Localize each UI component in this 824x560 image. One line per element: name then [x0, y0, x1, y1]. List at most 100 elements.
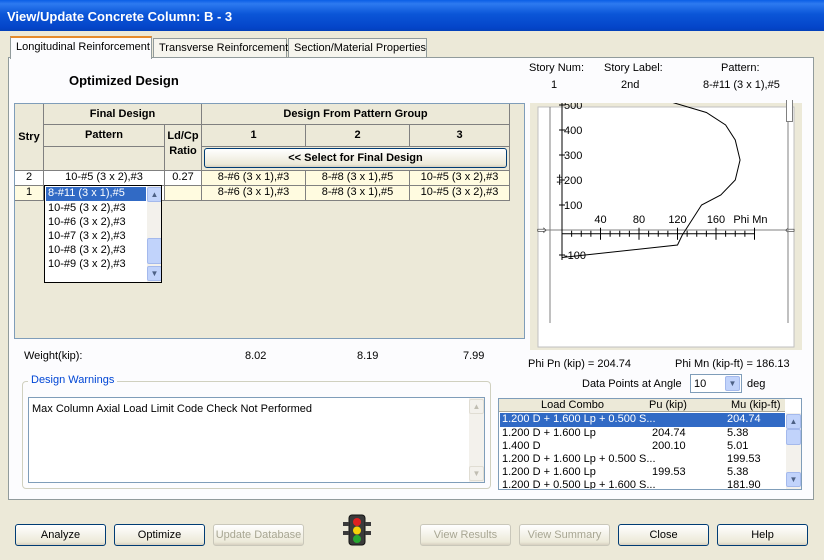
- interaction-diagram-chart: ⇨⇦4080120160500400300200100-100Phi PnPhi…: [530, 103, 802, 350]
- table-row-group-2[interactable]: 8-#8 (3 x 1),#5: [306, 186, 410, 201]
- view-results-button[interactable]: View Results: [420, 524, 511, 546]
- row-mu: 199.53: [727, 453, 761, 465]
- data-points-value: 10: [694, 378, 707, 390]
- dropdown-item[interactable]: 10-#9 (3 x 2),#3: [48, 257, 126, 271]
- data-points-label: Data Points at Angle: [582, 378, 682, 390]
- dropdown-item[interactable]: 10-#6 (3 x 2),#3: [48, 215, 126, 229]
- pattern-label: Pattern:: [721, 62, 760, 74]
- table-row[interactable]: 1.200 D + 1.600 Lp + 0.500 S... 199.53: [500, 453, 785, 467]
- row-pu: 200.10: [652, 440, 686, 452]
- col-header-group-3: 3: [410, 125, 510, 147]
- col-header-pattern-group: Design From Pattern Group: [202, 104, 510, 125]
- scroll-thumb[interactable]: [147, 238, 161, 264]
- row-combo: 1.200 D + 1.600 Lp: [502, 427, 596, 439]
- phi-pn-readout: Phi Pn (kip) = 204.74: [528, 358, 632, 370]
- y-tick-label: 500: [564, 103, 582, 112]
- table-row-pattern[interactable]: 10-#5 (3 x 2),#3: [44, 171, 165, 186]
- optimize-button[interactable]: Optimize: [114, 524, 205, 546]
- y-tick-label: 400: [564, 125, 582, 137]
- scroll-down-icon[interactable]: ▼: [786, 472, 801, 487]
- scroll-up-icon[interactable]: ▲: [469, 399, 484, 414]
- dropdown-item[interactable]: 10-#8 (3 x 2),#3: [48, 243, 126, 257]
- table-row-ratio: [165, 186, 202, 201]
- data-points-select[interactable]: 10 ▼: [690, 374, 742, 393]
- update-database-button[interactable]: Update Database: [213, 524, 304, 546]
- col-header-pattern-blank: [44, 147, 165, 171]
- warning-text: Max Column Axial Load Limit Code Check N…: [32, 403, 313, 415]
- row-mu: 5.38: [727, 427, 749, 439]
- x-axis-label: Phi Mn: [733, 214, 767, 226]
- analyze-button[interactable]: Analyze: [15, 524, 106, 546]
- header-load-combo: Load Combo: [541, 399, 604, 411]
- pattern-dropdown-list[interactable]: 8-#11 (3 x 1),#5 10-#5 (3 x 2),#3 10-#6 …: [44, 185, 162, 283]
- close-button[interactable]: Close: [618, 524, 709, 546]
- load-combo-table[interactable]: Load Combo Pu (kip) Mu (kip-ft) 1.200 D …: [498, 398, 802, 490]
- x-tick-label: 160: [707, 214, 725, 226]
- dropdown-item[interactable]: 10-#5 (3 x 2),#3: [48, 201, 126, 215]
- col-header-pattern: Pattern: [44, 125, 165, 147]
- scroll-thumb[interactable]: [786, 429, 801, 445]
- chevron-down-icon[interactable]: ▼: [725, 376, 740, 391]
- story-label-label: Story Label:: [604, 62, 663, 74]
- view-summary-button[interactable]: View Summary: [519, 524, 610, 546]
- table-row[interactable]: 1.200 D + 0.500 Lp + 1.600 S... 181.90: [500, 479, 785, 490]
- weight-value-3: 7.99: [463, 350, 485, 362]
- weight-value-2: 8.19: [357, 350, 379, 362]
- row-pu: 204.74: [652, 427, 686, 439]
- pattern-value: 8-#11 (3 x 1),#5: [703, 79, 780, 91]
- table-row-selected[interactable]: 1.200 D + 1.600 Lp + 0.500 S... 204.74: [500, 413, 785, 427]
- dropdown-scrollbar[interactable]: ▲ ▼: [147, 186, 161, 282]
- phi-mn-readout: Phi Mn (kip-ft) = 186.13: [675, 358, 790, 370]
- table-row[interactable]: 1.400 D 200.10 5.01: [500, 440, 785, 454]
- dropdown-item-selected[interactable]: 8-#11 (3 x 1),#5: [46, 187, 146, 201]
- y-tick-label: 100: [564, 200, 582, 212]
- col-header-group-2: 2: [306, 125, 410, 147]
- table-row[interactable]: 1.200 D + 1.600 Lp 204.74 5.38: [500, 427, 785, 441]
- scroll-up-icon[interactable]: ▲: [786, 414, 801, 429]
- dropdown-item[interactable]: 10-#7 (3 x 2),#3: [48, 229, 126, 243]
- y-tick-label: 300: [564, 150, 582, 162]
- row-mu: 5.38: [727, 466, 749, 478]
- help-button[interactable]: Help: [717, 524, 808, 546]
- row-combo: 1.200 D + 1.600 Lp + 0.500 S...: [502, 453, 656, 465]
- ratio-line1: Ld/Cp: [167, 130, 199, 142]
- load-table-header: Load Combo Pu (kip) Mu (kip-ft): [499, 399, 785, 412]
- table-row-group-3[interactable]: 10-#5 (3 x 2),#3: [410, 171, 510, 186]
- scroll-up-icon[interactable]: ▲: [147, 187, 161, 202]
- story-label-value: 2nd: [621, 79, 640, 91]
- table-row-ratio: 0.27: [165, 171, 202, 186]
- warnings-scrollbar[interactable]: ▲ ▼: [469, 398, 484, 482]
- row-pu: 199.53: [652, 466, 686, 478]
- table-row-stry: 2: [15, 171, 44, 186]
- table-row[interactable]: 1.200 D + 1.600 Lp 199.53 5.38: [500, 466, 785, 480]
- select-for-final-design-button[interactable]: << Select for Final Design: [204, 148, 507, 168]
- table-row-group-1[interactable]: 8-#6 (3 x 1),#3: [202, 186, 306, 201]
- table-row-group-3[interactable]: 10-#5 (3 x 2),#3: [410, 186, 510, 201]
- table-row-group-2[interactable]: 8-#8 (3 x 1),#5: [306, 171, 410, 186]
- y-tick-label: 200: [564, 175, 582, 187]
- row-mu: 204.74: [727, 413, 761, 425]
- x-tick-label: 40: [594, 214, 606, 226]
- traffic-light-icon: [342, 514, 372, 546]
- table-row-group-1[interactable]: 8-#6 (3 x 1),#3: [202, 171, 306, 186]
- section-title: Optimized Design: [69, 73, 179, 88]
- load-table-scrollbar[interactable]: ▲ ▼: [786, 413, 801, 489]
- col-header-ratio: Ld/Cp Ratio: [165, 125, 202, 171]
- chart-plot-area: [537, 106, 795, 348]
- weight-value-1: 8.02: [245, 350, 267, 362]
- weight-label: Weight(kip):: [24, 350, 83, 362]
- story-num-value: 1: [551, 79, 558, 91]
- col-header-group-1: 1: [202, 125, 306, 147]
- scroll-down-icon[interactable]: ▼: [469, 466, 484, 481]
- ratio-line2: Ratio: [169, 145, 197, 157]
- row-combo: 1.200 D + 0.500 Lp + 1.600 S...: [502, 479, 656, 490]
- col-header-stry: Stry: [15, 104, 44, 171]
- cursor-crosshair-icon: ‡: [556, 172, 563, 187]
- left-arrow-icon: ⇨: [537, 223, 547, 237]
- row-combo: 1.400 D: [502, 440, 541, 452]
- design-warnings-textbox[interactable]: Max Column Axial Load Limit Code Check N…: [28, 397, 485, 483]
- design-warnings-title: Design Warnings: [28, 374, 118, 386]
- scroll-down-icon[interactable]: ▼: [147, 266, 161, 281]
- dropdown-items: 10-#5 (3 x 2),#3 10-#6 (3 x 2),#3 10-#7 …: [48, 201, 126, 271]
- right-arrow-icon: ⇦: [785, 223, 795, 237]
